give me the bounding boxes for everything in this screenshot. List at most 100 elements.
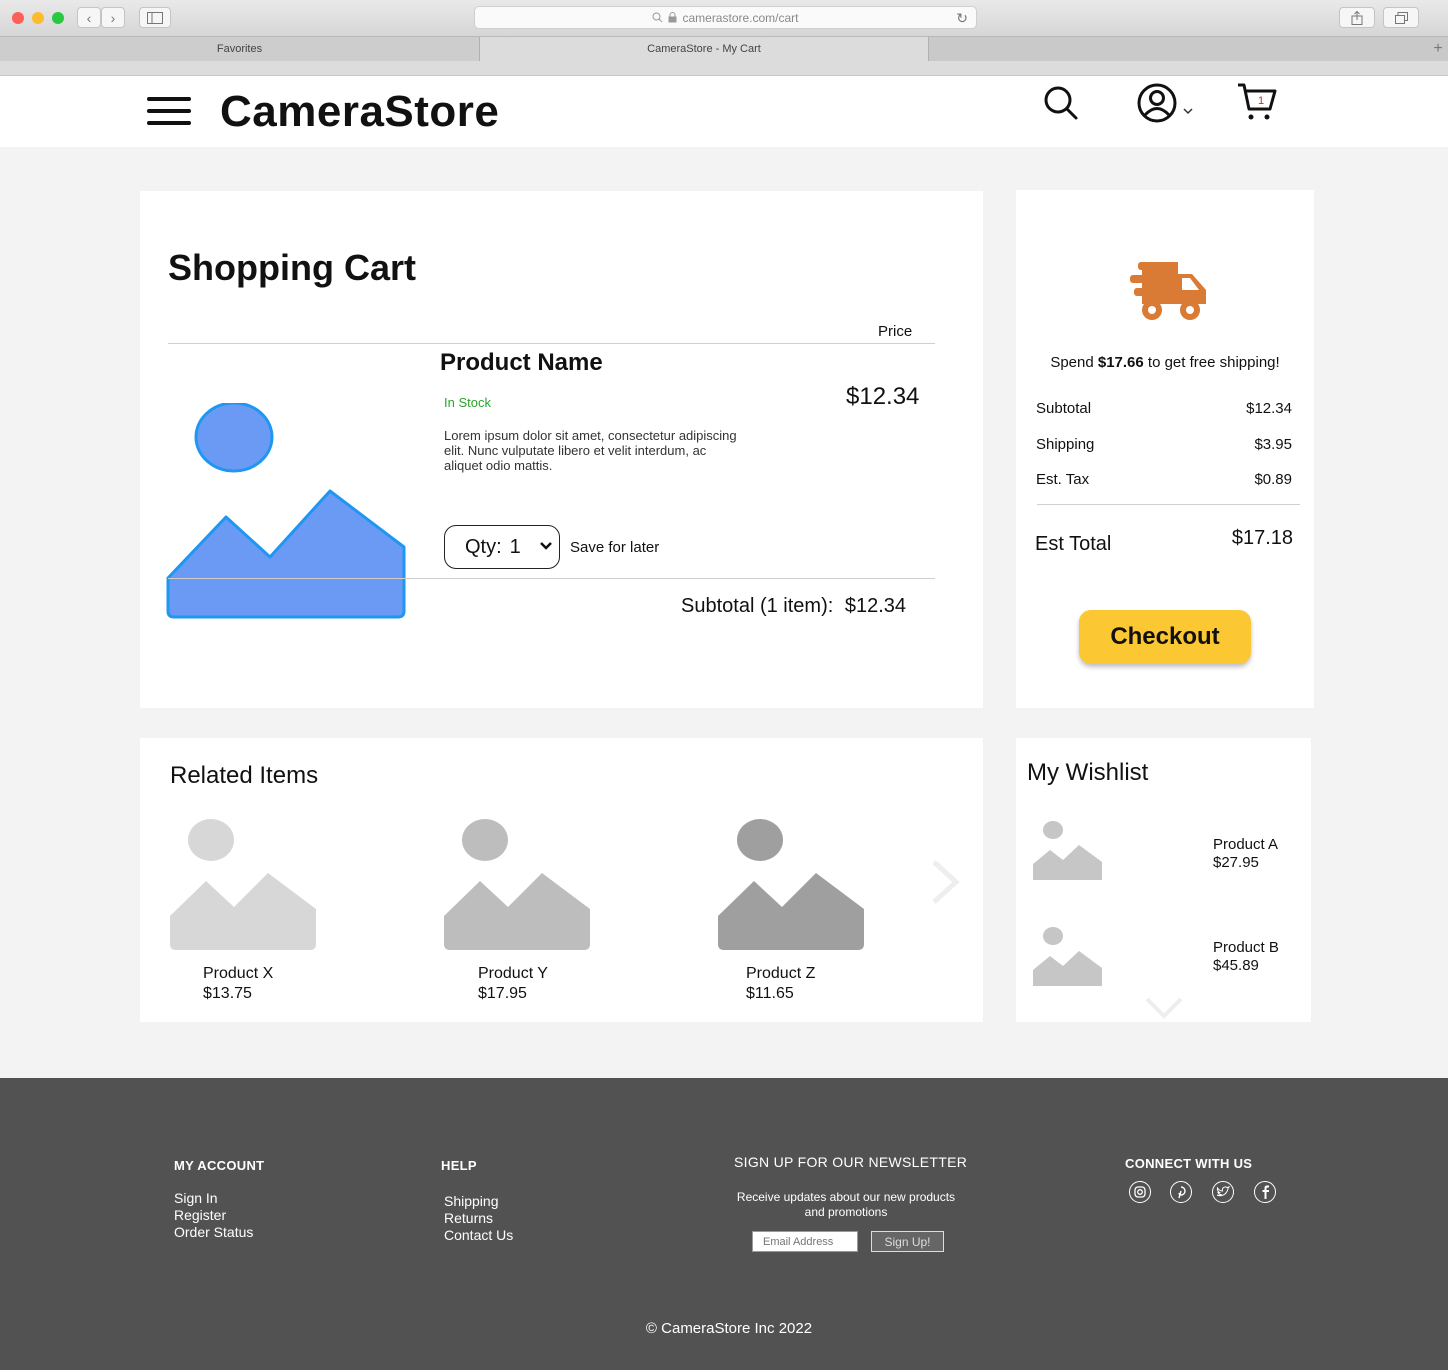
wishlist-item-price: $27.95 <box>1213 854 1259 871</box>
cart-subtotal: Subtotal (1 item): $12.34 <box>681 595 906 618</box>
estimated-total: Est Total $17.18 <box>1035 527 1293 556</box>
tab-label: CameraStore - My Cart <box>647 43 761 55</box>
related-items-panel: Related Items Product X $13.75 Product Y… <box>140 738 983 1022</box>
free-ship-suffix: to get free shipping! <box>1143 354 1280 371</box>
summary-value: $0.89 <box>1254 471 1292 488</box>
close-window-button[interactable] <box>12 12 24 24</box>
total-value: $17.18 <box>1231 527 1293 549</box>
image-placeholder-icon <box>718 819 864 950</box>
image-placeholder-icon <box>170 819 316 950</box>
brand-logo[interactable]: CameraStore <box>220 87 499 137</box>
instagram-icon[interactable] <box>1129 1181 1151 1203</box>
lock-icon <box>668 12 677 23</box>
sidebar-toggle-button[interactable] <box>139 7 171 28</box>
share-icon <box>1351 10 1363 25</box>
related-item-name: Product Z <box>746 965 816 982</box>
new-tab-button[interactable]: + <box>1428 37 1448 61</box>
copyright-text: © CameraStore Inc 2022 <box>645 1320 813 1337</box>
tab-label: Favorites <box>216 43 263 55</box>
newsletter-email-input[interactable] <box>752 1231 858 1252</box>
delivery-truck-icon <box>1130 262 1206 320</box>
image-placeholder-icon[interactable] <box>1033 926 1103 988</box>
footer-link-register[interactable]: Register <box>174 1207 226 1224</box>
qty-value: 1 <box>509 535 521 558</box>
related-item[interactable]: Product X $13.75 <box>170 818 318 1002</box>
back-button[interactable]: ‹ <box>77 7 101 28</box>
minimize-window-button[interactable] <box>32 12 44 24</box>
free-ship-prefix: Spend <box>1050 354 1098 371</box>
cart-subtotal-value: $12.34 <box>844 595 907 617</box>
chevron-right-icon[interactable] <box>928 858 962 906</box>
qty-label: Qty: <box>465 535 502 558</box>
divider <box>168 343 935 344</box>
summary-label: Subtotal <box>1036 400 1092 417</box>
footer-heading-connect: CONNECT WITH US <box>1125 1156 1253 1171</box>
cart-icon[interactable]: 1 <box>1236 81 1280 123</box>
wishlist-item-name[interactable]: Product B <box>1213 939 1279 956</box>
footer-link-returns[interactable]: Returns <box>444 1210 493 1227</box>
chevron-down-icon[interactable] <box>1144 996 1184 1020</box>
account-icon[interactable] <box>1136 82 1196 124</box>
product-description: Lorem ipsum dolor sit amet, consectetur … <box>444 428 737 473</box>
related-item-name: Product X <box>203 965 274 982</box>
tab-favorites[interactable]: Favorites <box>0 37 480 61</box>
tab-overview-button[interactable] <box>1383 7 1419 28</box>
related-item[interactable]: Product Z $11.65 <box>718 818 866 1002</box>
tab-my-cart[interactable]: CameraStore - My Cart <box>480 37 929 61</box>
twitter-icon[interactable] <box>1212 1181 1234 1203</box>
footer-heading-newsletter: SIGN UP FOR OUR NEWSLETTER <box>734 1154 968 1170</box>
shopping-cart-panel: Shopping Cart Price Product Name In Stoc… <box>140 191 983 708</box>
newsletter-description: Receive updates about our new products a… <box>736 1190 956 1219</box>
product-price: $12.34 <box>846 383 920 410</box>
footer-link-sign-in[interactable]: Sign In <box>174 1190 218 1207</box>
image-placeholder-icon <box>444 819 590 950</box>
chevron-down-icon <box>540 542 552 550</box>
maximize-window-button[interactable] <box>52 12 64 24</box>
browser-chrome: ‹ › camerastore.com/cart ↻ Favorites Cam… <box>0 0 1448 76</box>
product-name[interactable]: Product Name <box>440 349 603 377</box>
share-button[interactable] <box>1339 7 1375 28</box>
stock-status: In Stock <box>444 395 491 410</box>
page-title: Shopping Cart <box>168 247 416 288</box>
quantity-select[interactable]: Qty: 1 <box>444 525 560 569</box>
free-ship-amount: $17.66 <box>1097 354 1144 371</box>
wishlist-item-price: $45.89 <box>1213 957 1259 974</box>
related-items-title: Related Items <box>170 762 319 789</box>
summary-label: Shipping <box>1036 436 1095 453</box>
summary-label: Est. Tax <box>1036 471 1090 488</box>
order-summary-panel: Spend $17.66 to get free shipping! Subto… <box>1016 190 1314 708</box>
search-icon <box>652 12 663 23</box>
footer-heading-help: HELP <box>441 1158 477 1173</box>
related-item-price: $11.65 <box>746 985 794 1002</box>
free-shipping-message: Spend $17.66 to get free shipping! <box>1016 354 1314 371</box>
product-image[interactable] <box>164 403 408 623</box>
forward-button[interactable]: › <box>101 7 125 28</box>
wishlist-panel: My Wishlist Product A $27.95 Product B $… <box>1016 738 1311 1022</box>
sidebar-icon <box>147 11 163 24</box>
search-icon[interactable] <box>1043 85 1079 121</box>
plus-icon: + <box>1433 40 1443 57</box>
image-placeholder-icon[interactable] <box>1033 820 1103 882</box>
pinterest-icon[interactable] <box>1170 1181 1192 1203</box>
newsletter-signup-button[interactable]: Sign Up! <box>871 1231 944 1252</box>
address-bar[interactable]: camerastore.com/cart ↻ <box>474 6 977 29</box>
related-item[interactable]: Product Y $17.95 <box>444 818 592 1002</box>
save-for-later-link[interactable]: Save for later <box>570 539 659 556</box>
total-label: Est Total <box>1035 533 1112 555</box>
menu-icon[interactable] <box>147 97 191 127</box>
summary-value: $3.95 <box>1254 436 1292 453</box>
facebook-icon[interactable] <box>1254 1181 1276 1203</box>
checkout-button[interactable]: Checkout <box>1079 610 1251 664</box>
site-header: CameraStore 1 <box>0 77 1448 147</box>
chevron-left-icon: ‹ <box>86 9 92 26</box>
footer-link-shipping[interactable]: Shipping <box>444 1193 499 1210</box>
wishlist-item-name[interactable]: Product A <box>1213 836 1278 853</box>
summary-row-tax: Est. Tax $0.89 <box>1036 471 1292 488</box>
footer-heading-account: MY ACCOUNT <box>174 1158 265 1173</box>
related-item-price: $13.75 <box>203 985 252 1002</box>
tab-strip: Favorites CameraStore - My Cart + <box>0 36 1448 61</box>
footer-link-order-status[interactable]: Order Status <box>174 1224 253 1241</box>
reload-icon[interactable]: ↻ <box>956 10 968 27</box>
divider <box>1037 504 1300 505</box>
footer-link-contact-us[interactable]: Contact Us <box>444 1227 513 1244</box>
